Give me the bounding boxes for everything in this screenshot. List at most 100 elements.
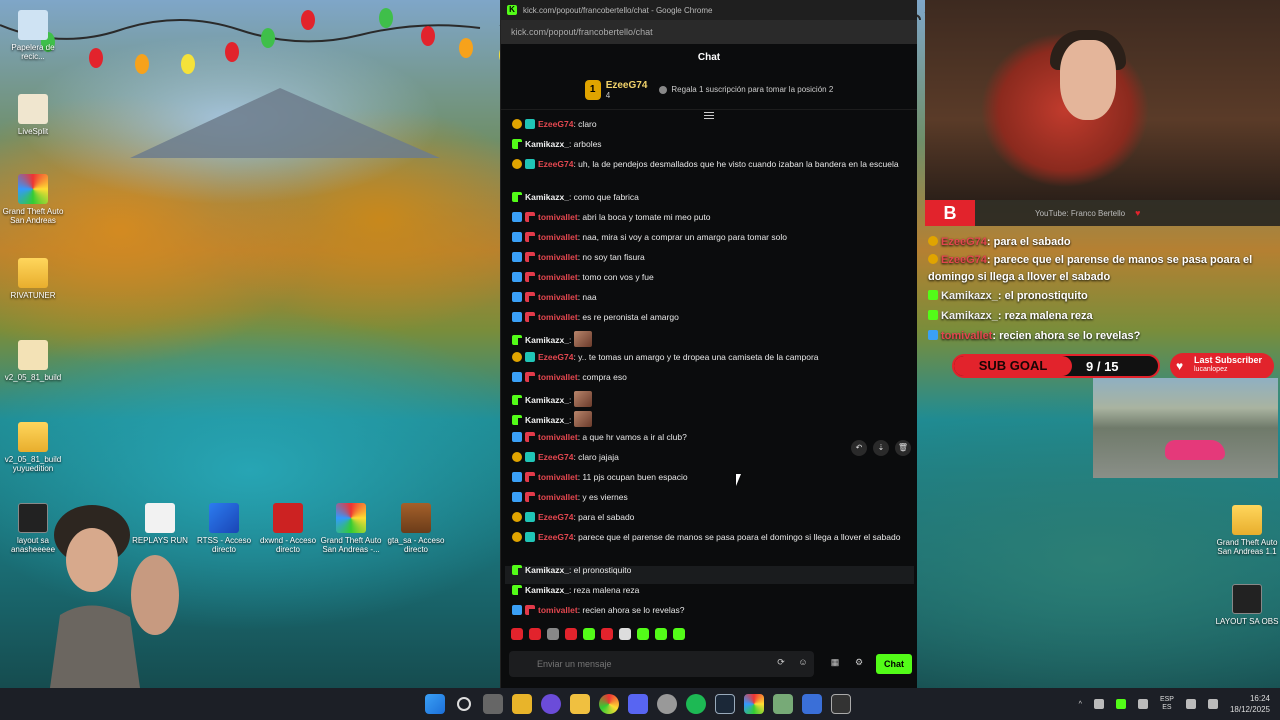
chat-username[interactable]: tomivallet bbox=[538, 232, 578, 242]
desktop-icon-build[interactable]: v2_05_81_build bbox=[0, 340, 66, 382]
wifi-icon[interactable] bbox=[1185, 699, 1196, 709]
app-icon[interactable] bbox=[657, 694, 677, 714]
steam-icon[interactable] bbox=[715, 694, 735, 714]
leaderboard-top-user[interactable]: 1 EzeeG74 4 bbox=[584, 79, 647, 100]
chat-username[interactable]: EzeeG74 bbox=[538, 452, 573, 462]
network-icon[interactable] bbox=[1093, 699, 1104, 709]
desktop-icon-recycle-bin[interactable]: Papelera de recic... bbox=[0, 10, 66, 61]
chat-send-button[interactable]: Chat bbox=[876, 654, 912, 674]
clock[interactable]: 16:24 18/12/2025 bbox=[1230, 693, 1270, 715]
app-icon[interactable] bbox=[541, 694, 561, 714]
desktop-icon-gta-sa-shortcut[interactable]: Grand Theft Auto San Andreas -... bbox=[318, 503, 384, 554]
desktop-icon-build-yuyu[interactable]: v2_05_81_build yuyuedition bbox=[0, 422, 66, 473]
chat-message[interactable]: tomivallet: 11 pjs ocupan buen espacio bbox=[512, 471, 902, 484]
chat-message[interactable]: tomivallet: es re peronista el amargo bbox=[512, 311, 902, 324]
chat-username[interactable]: tomivallet bbox=[538, 272, 578, 282]
chat-message[interactable]: tomivallet: abri la boca y tomate mi meo… bbox=[512, 211, 902, 224]
search-icon[interactable] bbox=[457, 697, 471, 711]
chat-message[interactable]: tomivallet: naa, mira si voy a comprar u… bbox=[512, 231, 902, 244]
chat-username[interactable]: EzeeG74 bbox=[538, 512, 573, 522]
chat-username[interactable]: tomivallet bbox=[538, 432, 578, 442]
emote-icon[interactable] bbox=[673, 628, 685, 640]
chat-message[interactable]: Kamikazx_: bbox=[512, 331, 902, 347]
app-icon[interactable] bbox=[802, 694, 822, 714]
chat-username[interactable]: tomivallet bbox=[538, 472, 578, 482]
emoji-icon[interactable]: ☺ bbox=[797, 657, 809, 669]
chat-username[interactable]: tomivallet bbox=[538, 252, 578, 262]
chat-username[interactable]: Kamikazx_ bbox=[525, 395, 569, 405]
chat-username[interactable]: EzeeG74 bbox=[538, 352, 573, 362]
chat-message[interactable]: tomivallet: tomo con vos y fue bbox=[512, 271, 902, 284]
chat-message[interactable]: Kamikazx_: reza malena reza bbox=[512, 584, 902, 597]
chat-username[interactable]: tomivallet bbox=[538, 312, 578, 322]
chat-message[interactable]: Kamikazx_: el pronostiquito bbox=[512, 564, 902, 577]
translate-icon[interactable]: ⟳ bbox=[775, 657, 787, 669]
emote-icon[interactable] bbox=[619, 628, 631, 640]
desktop-icon-gta-sa-11[interactable]: Grand Theft Auto San Andreas 1.1 bbox=[1214, 505, 1280, 556]
task-view-icon[interactable] bbox=[483, 694, 503, 714]
emote-icon[interactable] bbox=[583, 628, 595, 640]
chat-username[interactable]: Kamikazx_ bbox=[525, 565, 569, 575]
chat-message[interactable]: EzeeG74: parece que el parense de manos … bbox=[512, 531, 902, 544]
desktop-icon-gta-sa-exe[interactable]: gta_sa - Acceso directo bbox=[383, 503, 449, 554]
chat-username[interactable]: tomivallet bbox=[538, 292, 578, 302]
chat-message[interactable]: tomivallet: a que hr vamos a ir al club? bbox=[512, 431, 902, 444]
chat-username[interactable]: EzeeG74 bbox=[538, 119, 573, 129]
chat-username[interactable]: tomivallet bbox=[538, 212, 578, 222]
app-icon[interactable] bbox=[773, 694, 793, 714]
address-bar[interactable]: kick.com/popout/francobertello/chat bbox=[501, 20, 917, 44]
desktop-icon-layout-obs[interactable]: LAYOUT SA OBS bbox=[1214, 584, 1280, 626]
desktop-icon-livesplit[interactable]: LiveSplit bbox=[0, 94, 66, 136]
chat-message[interactable]: tomivallet: compra eso bbox=[512, 371, 902, 384]
desktop-icon-rtss[interactable]: RTSS - Acceso directo bbox=[191, 503, 257, 554]
chat-message[interactable]: tomivallet: recien ahora se lo revelas? bbox=[512, 604, 902, 617]
settings-gear-icon[interactable]: ⚙ bbox=[853, 657, 865, 669]
emote-icon[interactable] bbox=[547, 628, 559, 640]
chat-message-input[interactable] bbox=[509, 651, 814, 677]
volume-icon[interactable] bbox=[1207, 699, 1218, 709]
chat-message[interactable]: Kamikazx_: bbox=[512, 411, 902, 427]
chat-message[interactable]: Kamikazx_: como que fabrica bbox=[512, 191, 902, 204]
chat-username[interactable]: tomivallet bbox=[538, 372, 578, 382]
chat-username[interactable]: tomivallet bbox=[538, 605, 578, 615]
start-icon[interactable] bbox=[425, 694, 445, 714]
chat-username[interactable]: Kamikazx_ bbox=[525, 335, 569, 345]
emote-icon[interactable] bbox=[565, 628, 577, 640]
pin-icon[interactable]: ⇣ bbox=[873, 440, 889, 456]
chat-message[interactable]: tomivallet: no soy tan fisura bbox=[512, 251, 902, 264]
chat-message-list[interactable]: EzeeG74: claro Kamikazx_: arboles EzeeG74:… bbox=[501, 118, 918, 623]
chevron-up-icon[interactable]: ^ bbox=[1079, 701, 1082, 708]
chat-username[interactable]: Kamikazx_ bbox=[525, 415, 569, 425]
desktop-icon-rivatuner[interactable]: RIVATUNER bbox=[0, 258, 66, 300]
emote-icon[interactable] bbox=[529, 628, 541, 640]
file-explorer-icon[interactable] bbox=[570, 694, 590, 714]
chat-username[interactable]: Kamikazx_ bbox=[525, 585, 569, 595]
emote-icon[interactable] bbox=[601, 628, 613, 640]
chat-message[interactable]: EzeeG74: uh, la de pendejos desmallados … bbox=[512, 158, 902, 171]
emote-icon[interactable] bbox=[637, 628, 649, 640]
chat-message[interactable]: tomivallet: naa bbox=[512, 291, 902, 304]
desktop-icon-dxwnd[interactable]: dxwnd - Acceso directo bbox=[255, 503, 321, 554]
discord-icon[interactable] bbox=[628, 694, 648, 714]
emote-icon[interactable] bbox=[511, 628, 523, 640]
chat-message[interactable]: EzeeG74: para el sabado bbox=[512, 511, 902, 524]
language-indicator[interactable]: ESP ES bbox=[1160, 696, 1174, 712]
chat-username[interactable]: tomivallet bbox=[538, 492, 578, 502]
chat-message[interactable]: tomivallet: y es viernes bbox=[512, 491, 902, 504]
chat-username[interactable]: Kamikazx_ bbox=[525, 192, 569, 202]
chat-message[interactable]: EzeeG74: claro jajaja bbox=[512, 451, 902, 464]
chat-message[interactable]: Kamikazx_: bbox=[512, 391, 902, 407]
microphone-icon[interactable] bbox=[1137, 699, 1148, 709]
chrome-titlebar[interactable]: K kick.com/popout/francobertello/chat - … bbox=[501, 0, 917, 20]
chat-username[interactable]: EzeeG74 bbox=[538, 159, 573, 169]
spotify-icon[interactable] bbox=[686, 694, 706, 714]
chat-username[interactable]: EzeeG74 bbox=[538, 532, 573, 542]
app-tray-icon[interactable] bbox=[1115, 699, 1126, 709]
gift-sub-icon[interactable]: ▦ bbox=[829, 657, 841, 669]
store-icon[interactable] bbox=[512, 694, 532, 714]
gta-sa-icon[interactable] bbox=[744, 694, 764, 714]
desktop-icon-gta-sa[interactable]: Grand Theft Auto San Andreas bbox=[0, 174, 66, 225]
delete-icon[interactable]: 🗑 bbox=[895, 440, 911, 456]
chat-message[interactable]: EzeeG74: claro bbox=[512, 118, 902, 131]
app-icon[interactable] bbox=[831, 694, 851, 714]
